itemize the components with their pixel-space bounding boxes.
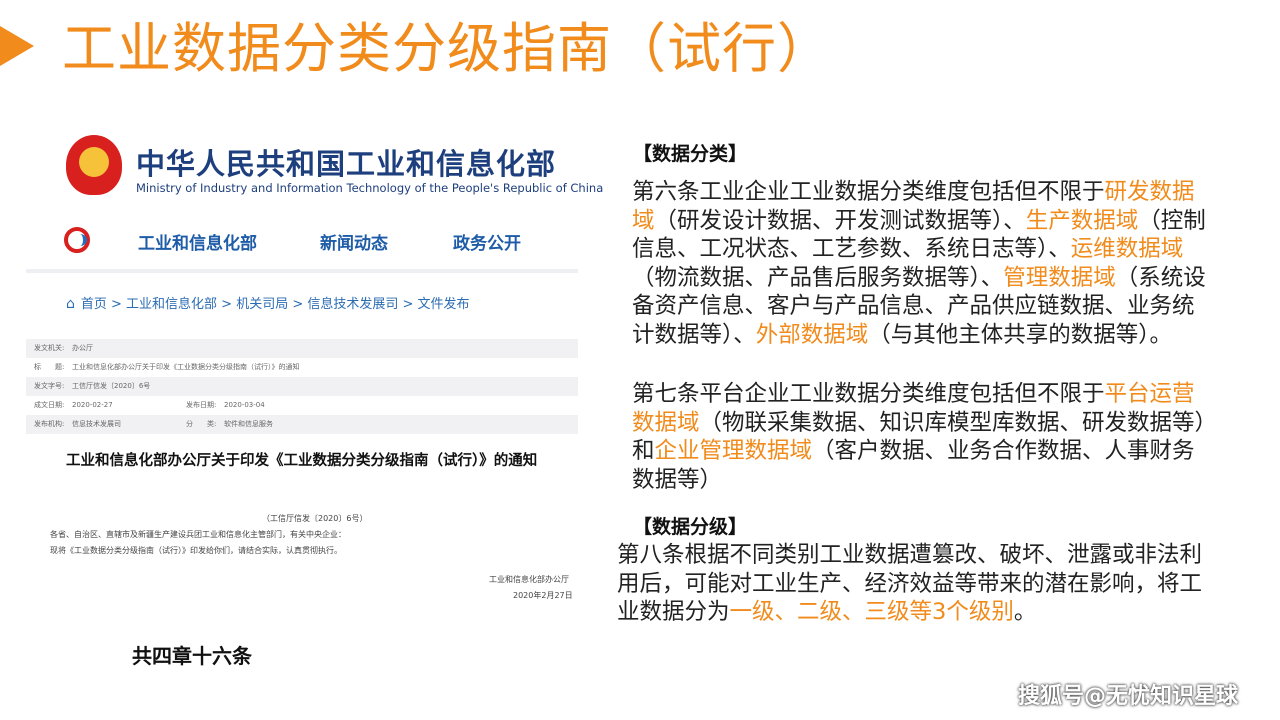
highlighted-term: 一级、二级、三级等3个级别 (729, 599, 1014, 625)
highlighted-term: 企业管理数据域 (654, 438, 813, 464)
highlighted-term: 运维数据域 (1070, 236, 1184, 262)
doc-signature: 工业和信息化部办公厅 (489, 575, 569, 584)
ministry-page-screenshot: 中华人民共和国工业和信息化部 Ministry of Industry and … (26, 125, 603, 605)
meta-row-number: 发文字号: 工信厅信发〔2020〕6号 (26, 377, 578, 396)
classification-heading: 【数据分类】 (633, 143, 748, 165)
meta-label: 发文字号: (34, 382, 65, 390)
meta-value: 2020-03-04 (224, 401, 265, 409)
meta-value: 办公厅 (72, 344, 93, 352)
meta-value: 工信厅信发〔2020〕6号 (72, 382, 151, 390)
meta-label: 成文日期: (34, 401, 65, 409)
paragraph-text: （研发设计数据、开发测试数据等）、 (654, 207, 1026, 234)
watermark: 搜狐号@无忧知识星球 (1017, 684, 1238, 709)
highlighted-term: 生产数据域 (1025, 207, 1139, 234)
highlighted-term: 管理数据域 (1003, 264, 1116, 291)
meta-row-issuer: 发文机关: 办公厅 (26, 339, 578, 358)
ministry-name-cn: 中华人民共和国工业和信息化部 (136, 147, 557, 181)
highlighted-term: 外部数据域 (755, 321, 869, 348)
meta-label: 发布机构: (34, 420, 65, 428)
home-icon[interactable]: ⌂ (66, 296, 75, 312)
site-logo-icon (64, 227, 90, 253)
meta-value: 信息技术发展司 (72, 420, 121, 428)
nav-divider (26, 269, 578, 273)
national-emblem-icon (66, 135, 122, 195)
breadcrumb[interactable]: ⌂ 首页 > 工业和信息化部 > 机关司局 > 信息技术发展司 > 文件发布 (66, 293, 470, 312)
notice-title: 工业和信息化部办公厅关于印发《工业数据分类分级指南（试行）》的通知 (66, 453, 538, 469)
article-7: 第七条平台企业工业数据分类维度包括但不限于平台运营数据域（物联采集数据、知识库模… (632, 380, 1212, 494)
paragraph-text: 第六条工业企业工业数据分类维度包括但不限于 (632, 179, 1105, 205)
meta-row-dates: 成文日期: 2020-02-27 发布日期: 2020-03-04 (26, 396, 578, 415)
nav-link-news[interactable]: 新闻动态 (320, 229, 388, 254)
meta-value: 2020-02-27 (72, 401, 113, 409)
doc-body: 现将《工业数据分类分级指南（试行）》印发给你们，请结合实际，认真贯彻执行。 (50, 546, 342, 555)
slide-title: 工业数据分类分级指南（试行） (62, 17, 832, 80)
chapter-count: 共四章十六条 (132, 644, 252, 668)
meta-row-org: 发布机构: 信息技术发展司 分 类: 软件和信息服务 (26, 415, 578, 434)
meta-label: 标 题: (34, 363, 65, 371)
nav-link-gov-affairs[interactable]: 政务公开 (453, 229, 521, 254)
article-8: 第八条根据不同类别工业数据遭篡改、破坏、泄露或非法利用后，可能对工业生产、经济效… (617, 541, 1217, 627)
article-6: 第六条工业企业工业数据分类维度包括但不限于研发数据域（研发设计数据、开发测试数据… (632, 178, 1212, 349)
paragraph-text: （物流数据、产品售后服务数据等）、 (632, 264, 1004, 291)
paragraph-text: 第七条平台企业工业数据分类维度包括但不限于 (632, 381, 1105, 407)
title-arrow-marker (0, 26, 34, 66)
ministry-name-en: Ministry of Industry and Information Tec… (136, 181, 604, 195)
meta-row-title: 标 题: 工业和信息化部办公厅关于印发《工业数据分类分级指南（试行）》的通知 (26, 358, 578, 377)
meta-value: 软件和信息服务 (224, 420, 273, 428)
meta-value: 工业和信息化部办公厅关于印发《工业数据分类分级指南（试行）》的通知 (72, 363, 300, 371)
meta-label: 发文机关: (34, 344, 65, 352)
nav-link-miit[interactable]: 工业和信息化部 (138, 229, 257, 254)
grading-heading: 【数据分级】 (633, 516, 748, 538)
doc-number: （工信厅信发〔2020〕6号） (262, 514, 368, 523)
meta-label: 发布日期: (186, 401, 217, 409)
doc-date: 2020年2月27日 (513, 591, 573, 600)
doc-recipients: 各省、自治区、直辖市及新疆生产建设兵团工业和信息化主管部门，有关中央企业： (50, 530, 346, 539)
breadcrumb-text: 首页 > 工业和信息化部 > 机关司局 > 信息技术发展司 > 文件发布 (80, 297, 470, 312)
paragraph-text: 。 (1013, 599, 1037, 625)
meta-label: 分 类: (186, 420, 217, 428)
paragraph-text: （与其他主体共享的数据等）。 (868, 321, 1173, 348)
